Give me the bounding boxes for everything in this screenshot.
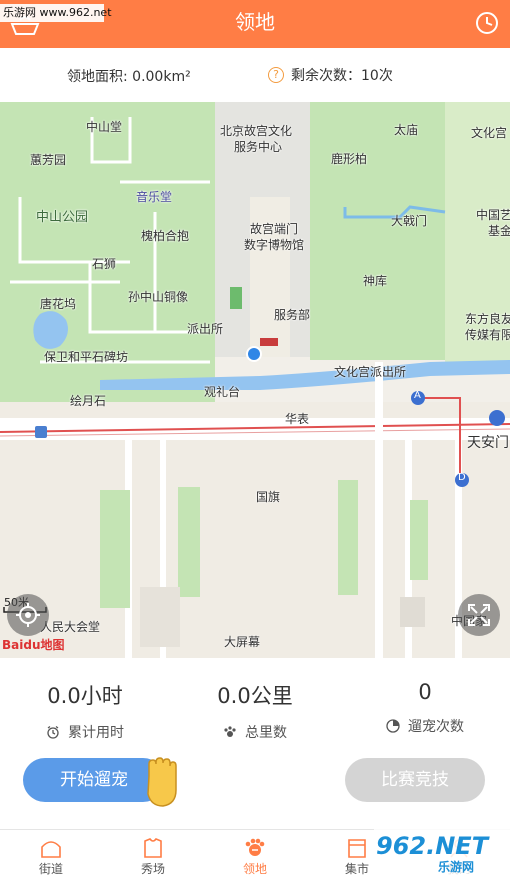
tab-territory[interactable]: 领地 xyxy=(204,830,306,880)
watermark-top: 乐游网 www.962.net xyxy=(0,4,112,22)
metric-label: 累计用时 xyxy=(68,725,124,741)
map-label: 北京故宫文化 xyxy=(220,124,293,138)
tab-street[interactable]: 街道 xyxy=(0,830,102,880)
watermark-logo: 962.NET xyxy=(376,832,489,860)
metric-value: 0.0公里 xyxy=(217,684,293,708)
locate-button[interactable] xyxy=(7,594,49,636)
metric-value: 0.0小时 xyxy=(47,684,123,708)
pointing-hand-icon xyxy=(147,757,177,807)
metric-value: 0 xyxy=(418,680,432,704)
crosshair-icon xyxy=(16,603,40,627)
map-label: 音乐堂 xyxy=(136,190,173,204)
map-label: 中山公园 xyxy=(36,210,89,225)
map-label: 数字博物馆 xyxy=(244,238,305,252)
metric-label: 遛宠次数 xyxy=(408,719,464,735)
tab-label: 街道 xyxy=(38,862,63,876)
tab-show[interactable]: 秀场 xyxy=(102,830,204,880)
tab-label: 领地 xyxy=(242,862,267,876)
current-location-dot[interactable] xyxy=(248,348,260,360)
map-label: 绘月石 xyxy=(70,394,107,408)
race-button[interactable]: 比赛竞技 xyxy=(345,758,485,802)
baidu-logo: Baidu地图 xyxy=(2,638,65,652)
metric-label: 总里数 xyxy=(245,725,287,741)
map-label: 服务部 xyxy=(274,308,311,322)
map-label: 文化宫 xyxy=(471,126,508,140)
map-label: 石狮 xyxy=(92,257,117,271)
paw-icon xyxy=(224,726,236,737)
remaining-count-label: 剩余次数：10次 xyxy=(291,68,393,84)
subway-exit-icon[interactable] xyxy=(489,410,505,426)
store-icon xyxy=(348,839,366,858)
bus-stop-icon[interactable] xyxy=(35,426,47,438)
map-label: 派出所 xyxy=(187,322,224,336)
paw-icon xyxy=(245,838,265,856)
map-label: 中国艺 xyxy=(476,208,510,222)
map-label: 神库 xyxy=(363,274,388,288)
territory-area: 领地面积: 0.00km² xyxy=(67,69,191,85)
map-label: 东方良友 xyxy=(465,312,510,326)
map-label: 天安门 xyxy=(467,435,509,451)
map-label: 大屏幕 xyxy=(224,635,261,649)
tab-label: 秀场 xyxy=(140,862,165,876)
subway-marker-d-label: D xyxy=(458,472,466,483)
metric-duration: 0.0小时 累计用时 xyxy=(0,680,170,742)
map-label: 服务中心 xyxy=(234,140,283,154)
map-label: 基金 xyxy=(488,224,510,238)
map-label: 唐花坞 xyxy=(40,297,77,311)
map-label: 人民大会堂 xyxy=(40,620,101,634)
pie-icon xyxy=(386,719,400,733)
expand-icon xyxy=(468,604,490,626)
territory-map[interactable]: 中山堂 蕙芳园 音乐堂 中山公园 槐柏合抱 石狮 孙中山铜像 唐花坞 派出所 保… xyxy=(0,102,510,658)
tiananmen-icon[interactable] xyxy=(260,338,278,346)
map-label: 传媒有限 xyxy=(465,328,510,342)
map-label: 观礼台 xyxy=(204,385,241,399)
map-label: 孙中山铜像 xyxy=(128,290,189,304)
map-label: 槐柏合抱 xyxy=(141,229,190,243)
map-label: 保卫和平石碑坊 xyxy=(44,350,129,364)
house-icon xyxy=(41,841,61,858)
metric-distance: 0.0公里 总里数 xyxy=(170,680,340,742)
map-label: 大戟门 xyxy=(391,214,428,228)
watermark-text: 乐游网 xyxy=(438,860,475,874)
map-canvas[interactable] xyxy=(0,102,510,658)
question-circle-icon[interactable]: ? xyxy=(268,67,284,83)
tab-label: 集市 xyxy=(344,862,369,876)
map-label: 故宫端门 xyxy=(250,222,299,236)
shirt-icon xyxy=(144,838,162,858)
territory-stats-bar: 领地面积: 0.00km² ? 剩余次数：10次 xyxy=(0,48,510,102)
fullscreen-button[interactable] xyxy=(458,594,500,636)
map-label: 蕙芳园 xyxy=(30,153,67,167)
map-label: 华表 xyxy=(285,412,310,426)
walk-metrics: 0.0小时 累计用时 0.0公里 总里数 0 遛宠次数 xyxy=(0,658,510,748)
remaining-count: ? 剩余次数：10次 xyxy=(268,65,393,85)
alarm-clock-icon xyxy=(47,725,59,739)
watermark-bottom: 962.NET 乐游网 xyxy=(374,829,510,880)
metric-walk-count: 0 遛宠次数 xyxy=(340,680,510,736)
clock-icon[interactable] xyxy=(474,10,500,36)
map-label: 国旗 xyxy=(256,490,281,504)
map-label: 文化宫派出所 xyxy=(334,365,407,379)
map-label: 中山堂 xyxy=(86,120,123,134)
subway-marker-a-label: A xyxy=(414,390,421,401)
map-label: 鹿形柏 xyxy=(331,152,368,166)
map-label: 太庙 xyxy=(394,123,419,137)
